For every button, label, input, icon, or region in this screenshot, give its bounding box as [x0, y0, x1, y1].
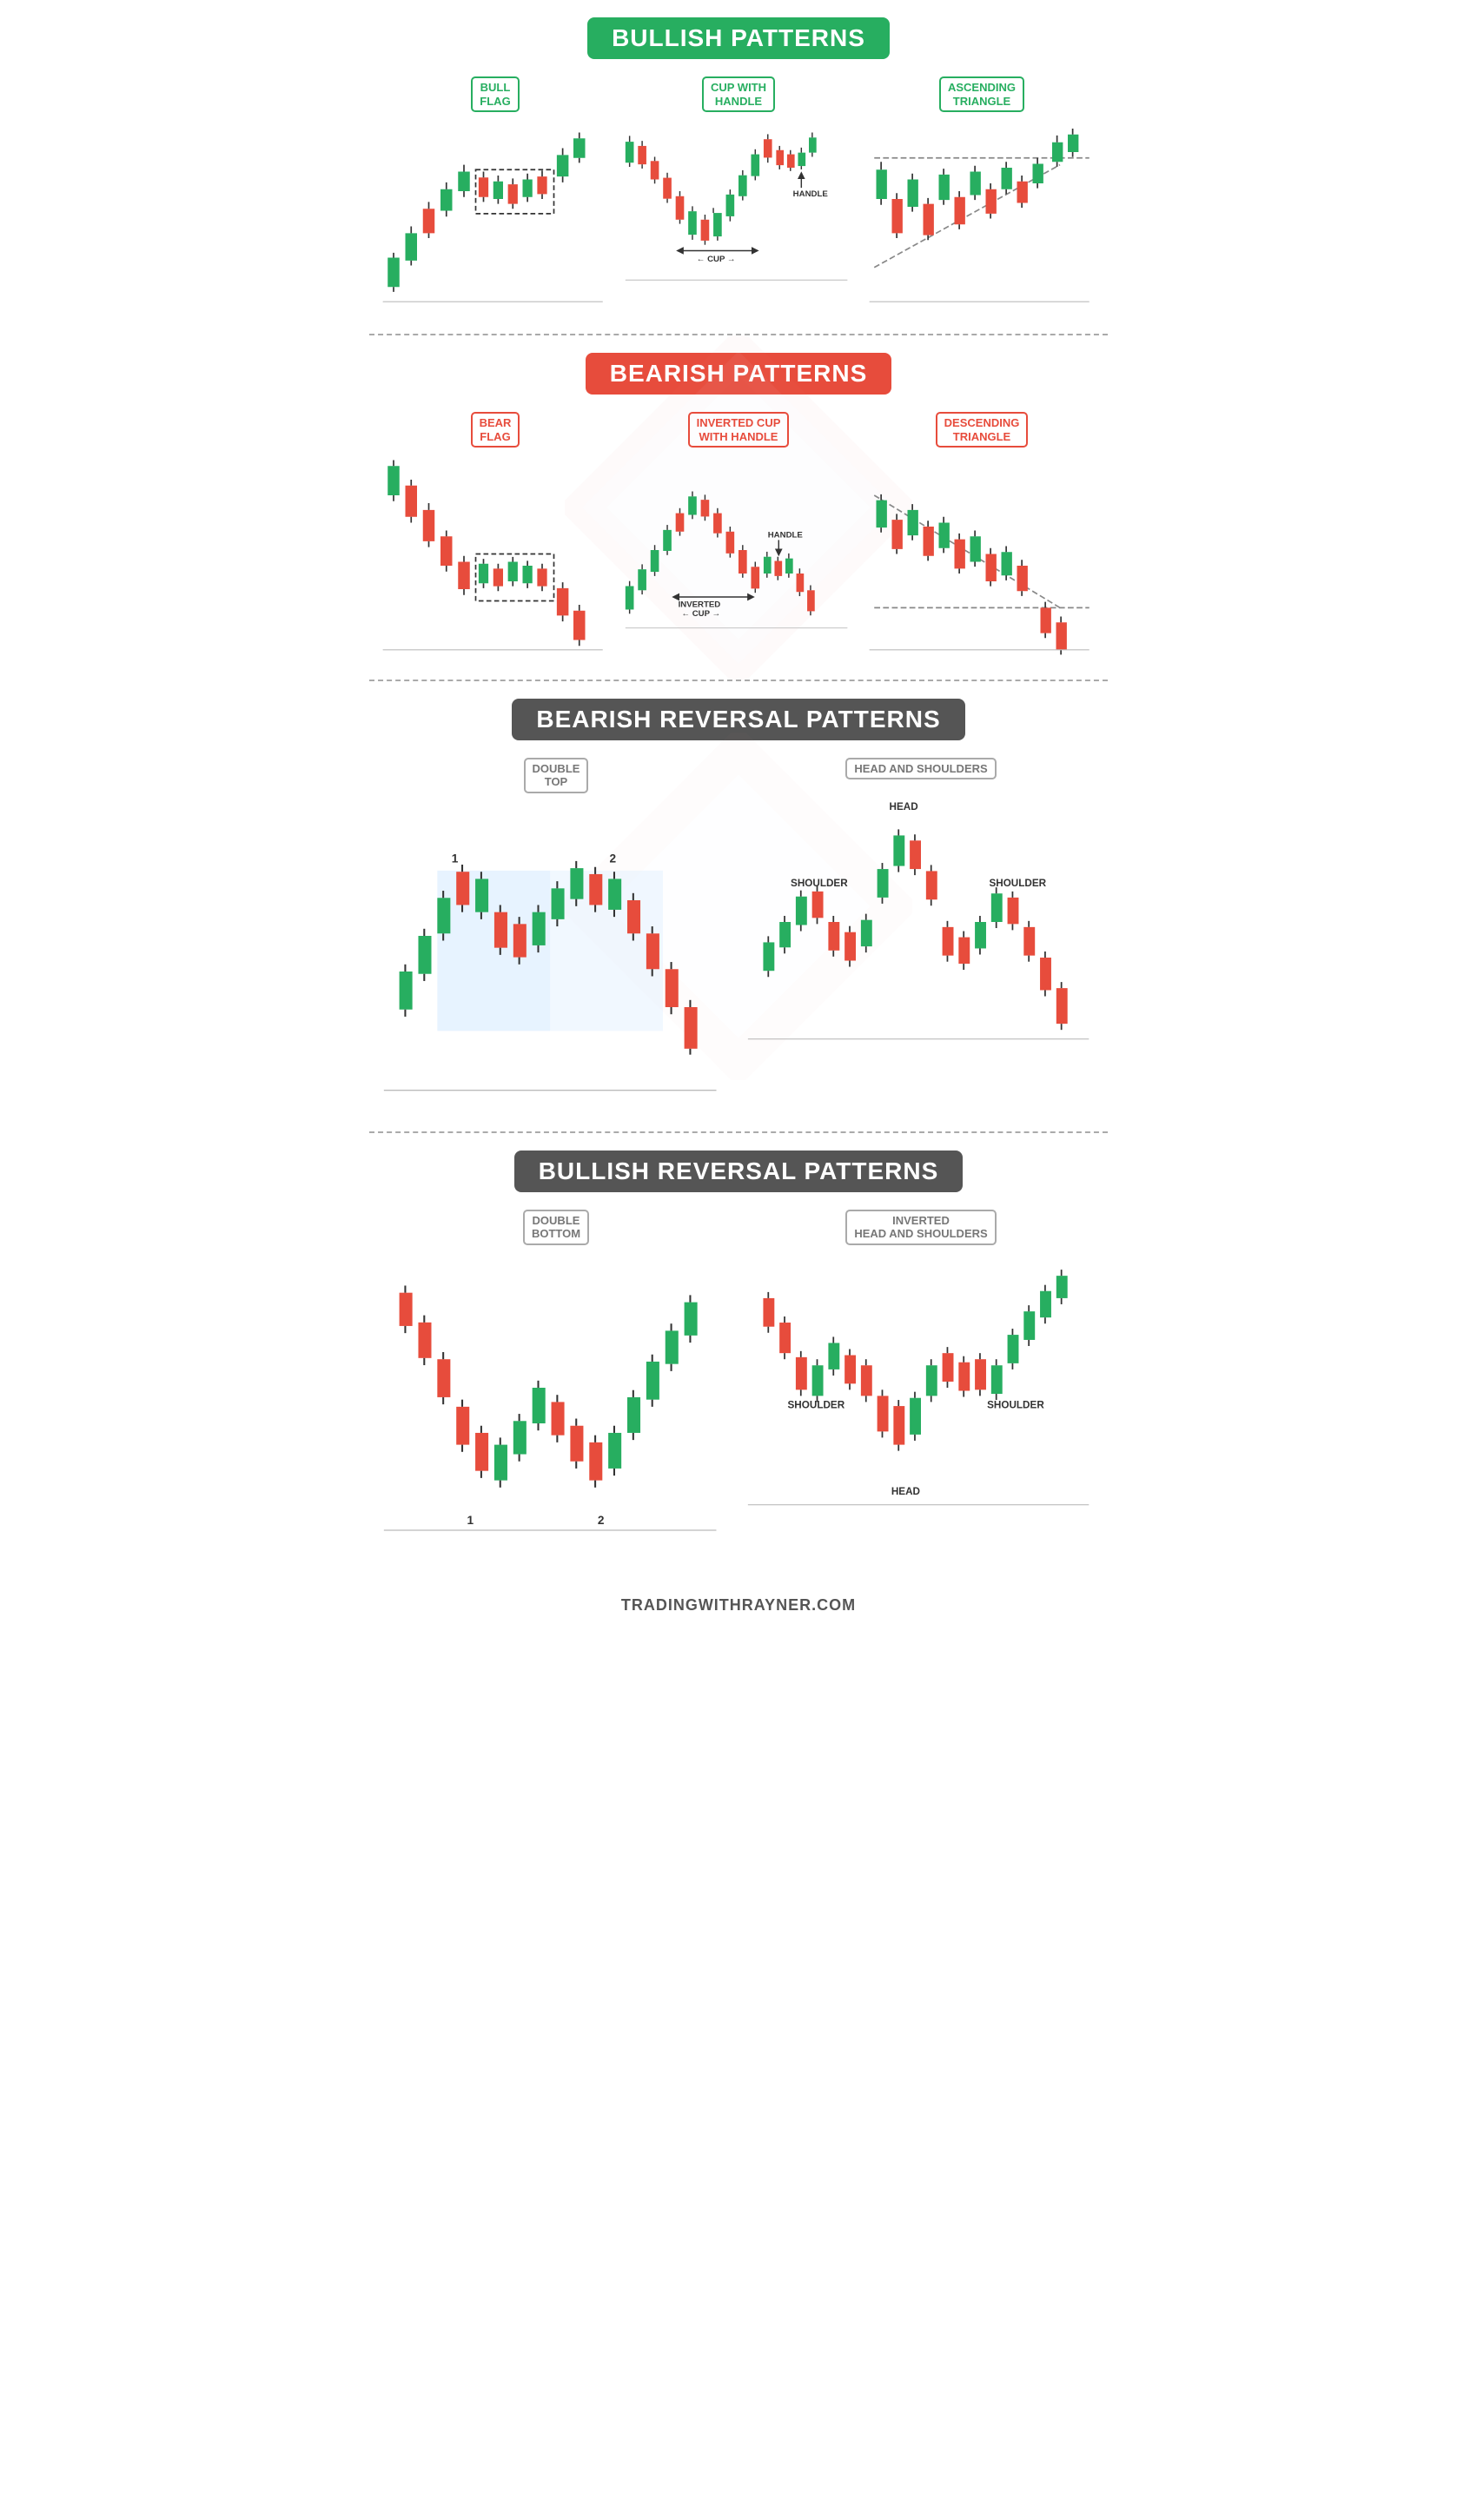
bull-flag-label: BULLFLAG — [471, 76, 519, 112]
svg-text:2: 2 — [598, 1514, 605, 1527]
bearish-reversal-badge: BEARISH REVERSAL PATTERNS — [512, 699, 964, 740]
bearish-reversal-header: BEARISH REVERSAL PATTERNS — [378, 699, 1099, 740]
svg-text:SHOULDER: SHOULDER — [788, 1399, 845, 1410]
bullish-reversal-badge: BULLISH REVERSAL PATTERNS — [514, 1151, 964, 1192]
footer: TRADINGWITHRAYNER.COM — [369, 1583, 1108, 1628]
svg-text:1: 1 — [467, 1514, 474, 1527]
descending-triangle-chart — [864, 456, 1099, 661]
svg-text:2: 2 — [610, 852, 617, 865]
inv-head-shoulders-label: INVERTEDHEAD AND SHOULDERS — [845, 1210, 996, 1245]
bullish-reversal-row: DOUBLEBOTTOM 1 2 — [378, 1210, 1099, 1566]
double-bottom-label: DOUBLEBOTTOM — [523, 1210, 589, 1245]
ascending-triangle-chart — [864, 121, 1099, 316]
ascending-triangle-col: ASCENDINGTRIANGLE — [864, 76, 1099, 316]
head-and-shoulders-chart: HEAD SHOULDER SHOULDER — [743, 779, 1099, 1054]
bullish-reversal-header: BULLISH REVERSAL PATTERNS — [378, 1151, 1099, 1192]
inv-head-shoulders-col: INVERTEDHEAD AND SHOULDERS HEAD SHOULDER… — [743, 1210, 1099, 1520]
double-bottom-chart: 1 2 — [378, 1245, 734, 1566]
bearish-header: BEARISH PATTERNS — [378, 353, 1099, 395]
bullish-header: BULLISH PATTERNS — [378, 17, 1099, 59]
bear-flag-label: BEARFLAG — [471, 412, 520, 448]
cup-with-handle-chart: ← CUP → HANDLE — [621, 121, 856, 297]
inv-cup-handle-col: INVERTED CUPWITH HANDLE — [621, 412, 856, 640]
bearish-badge: BEARISH PATTERNS — [586, 353, 892, 395]
double-top-chart: 1 2 — [378, 793, 734, 1114]
svg-text:SHOULDER: SHOULDER — [791, 878, 848, 889]
svg-text:HANDLE: HANDLE — [793, 189, 829, 199]
svg-text:← CUP →: ← CUP → — [697, 255, 736, 264]
inv-head-shoulders-chart: HEAD SHOULDER SHOULDER — [743, 1245, 1099, 1520]
ascending-triangle-label: ASCENDINGTRIANGLE — [939, 76, 1024, 112]
descending-triangle-label: DESCENDINGTRIANGLE — [936, 412, 1029, 448]
bullish-patterns-section: BULLISH PATTERNS BULLFLAG — [369, 0, 1108, 335]
bearish-reversal-row: DOUBLETOP 1 2 — [378, 758, 1099, 1114]
bullish-reversal-section: BULLISH REVERSAL PATTERNS DOUBLEBOTTOM 1… — [369, 1133, 1108, 1583]
bullish-patterns-row: BULLFLAG — [378, 76, 1099, 316]
double-bottom-col: DOUBLEBOTTOM 1 2 — [378, 1210, 734, 1566]
bearish-reversal-section: BEARISH REVERSAL PATTERNS DOUBLETOP 1 2 — [369, 681, 1108, 1133]
svg-text:HANDLE: HANDLE — [768, 531, 804, 540]
head-and-shoulders-col: HEAD AND SHOULDERS HEAD SHOULDER SHOULDE… — [743, 758, 1099, 1055]
svg-text:← CUP →: ← CUP → — [681, 610, 720, 620]
footer-text: TRADINGWITHRAYNER.COM — [621, 1596, 856, 1614]
descending-triangle-col: DESCENDINGTRIANGLE — [864, 412, 1099, 661]
svg-text:1: 1 — [452, 852, 459, 865]
svg-text:SHOULDER: SHOULDER — [987, 1399, 1044, 1410]
bearish-patterns-row: BEARFLAG — [378, 412, 1099, 661]
inv-cup-handle-label: INVERTED CUPWITH HANDLE — [688, 412, 790, 448]
bull-flag-chart — [378, 121, 613, 316]
svg-text:HEAD: HEAD — [891, 1486, 920, 1497]
bear-flag-col: BEARFLAG — [378, 412, 613, 661]
double-top-col: DOUBLETOP 1 2 — [378, 758, 734, 1114]
svg-text:INVERTED: INVERTED — [679, 600, 721, 610]
bull-flag-col: BULLFLAG — [378, 76, 613, 316]
svg-text:SHOULDER: SHOULDER — [989, 878, 1046, 889]
cup-with-handle-col: CUP WITHHANDLE — [621, 76, 856, 297]
cup-with-handle-label: CUP WITHHANDLE — [702, 76, 775, 112]
bear-flag-chart — [378, 456, 613, 661]
svg-text:HEAD: HEAD — [890, 801, 918, 812]
double-top-label: DOUBLETOP — [524, 758, 589, 793]
inv-cup-handle-chart: INVERTED ← CUP → HANDLE — [621, 456, 856, 640]
bearish-patterns-section: BEARISH PATTERNS BEARFLAG — [369, 335, 1108, 680]
bullish-badge: BULLISH PATTERNS — [587, 17, 890, 59]
head-and-shoulders-label: HEAD AND SHOULDERS — [845, 758, 996, 780]
